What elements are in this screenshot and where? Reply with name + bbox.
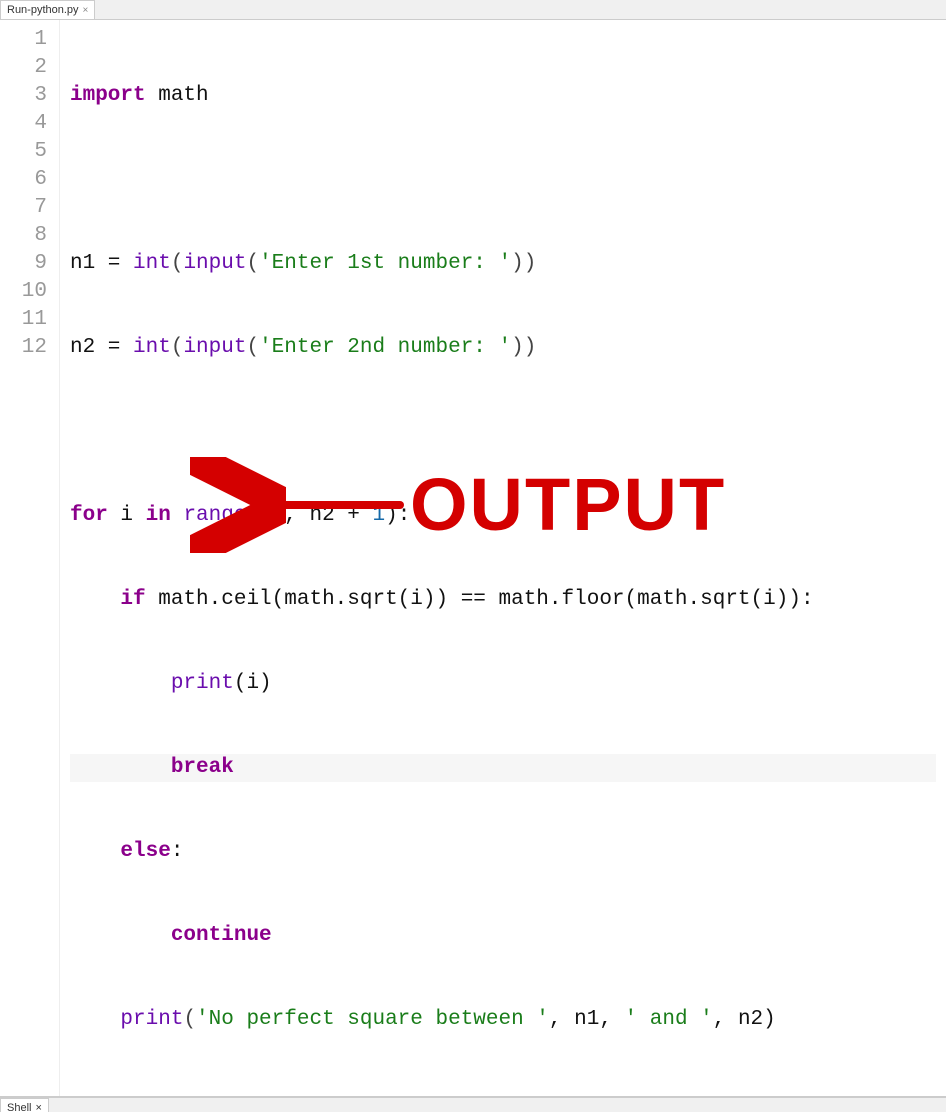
code-line: continue bbox=[70, 922, 936, 950]
line-number: 1 bbox=[10, 26, 47, 54]
shell-tab-bar: Shell × bbox=[0, 1098, 946, 1112]
shell-tab-label: Shell bbox=[7, 1102, 31, 1112]
line-number: 4 bbox=[10, 110, 47, 138]
line-number: 8 bbox=[10, 222, 47, 250]
line-number: 12 bbox=[10, 334, 47, 362]
line-number: 9 bbox=[10, 250, 47, 278]
line-number: 11 bbox=[10, 306, 47, 334]
code-line: n1 = int(input('Enter 1st number: ')) bbox=[70, 250, 936, 278]
line-number: 2 bbox=[10, 54, 47, 82]
code-line: if math.ceil(math.sqrt(i)) == math.floor… bbox=[70, 586, 936, 614]
code-line: for i in range(n1, n2 + 1): bbox=[70, 502, 936, 530]
editor-tab-bar: Run-python.py × bbox=[0, 0, 946, 20]
code-line: print('No perfect square between ', n1, … bbox=[70, 1006, 936, 1034]
code-line: import math bbox=[70, 82, 936, 110]
line-number: 10 bbox=[10, 278, 47, 306]
code-line bbox=[70, 166, 936, 194]
shell-panel: Shell × Python 3.7.6 (bundled) >>> %Run … bbox=[0, 1097, 946, 1112]
code-line: break bbox=[70, 754, 936, 782]
code-line: print(i) bbox=[70, 670, 936, 698]
line-gutter: 1 2 3 4 5 6 7 8 9 10 11 12 bbox=[0, 20, 60, 1096]
code-area[interactable]: import math n1 = int(input('Enter 1st nu… bbox=[60, 20, 946, 1096]
shell-tab[interactable]: Shell × bbox=[0, 1098, 49, 1112]
close-icon[interactable]: × bbox=[35, 1102, 41, 1112]
code-line bbox=[70, 418, 936, 446]
code-line: else: bbox=[70, 838, 936, 866]
line-number: 3 bbox=[10, 82, 47, 110]
editor-tab[interactable]: Run-python.py × bbox=[0, 0, 95, 19]
editor-tab-label: Run-python.py bbox=[7, 4, 79, 16]
code-editor[interactable]: 1 2 3 4 5 6 7 8 9 10 11 12 import math n… bbox=[0, 20, 946, 1097]
line-number: 6 bbox=[10, 166, 47, 194]
close-icon[interactable]: × bbox=[83, 5, 89, 16]
line-number: 5 bbox=[10, 138, 47, 166]
line-number: 7 bbox=[10, 194, 47, 222]
code-line: n2 = int(input('Enter 2nd number: ')) bbox=[70, 334, 936, 362]
